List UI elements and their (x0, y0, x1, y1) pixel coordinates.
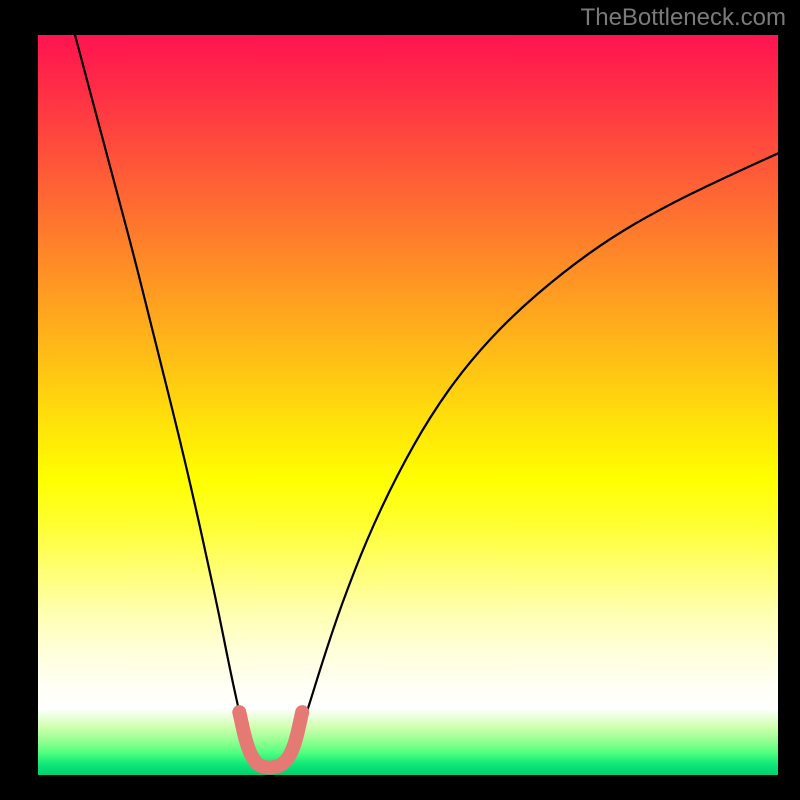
chart-curves (38, 35, 778, 775)
watermark-text: TheBottleneck.com (581, 4, 786, 32)
curve-right-branch (290, 153, 778, 764)
curve-left-branch (75, 35, 253, 764)
curve-valley-marker (239, 712, 302, 768)
chart-frame: TheBottleneck.com (0, 0, 800, 800)
